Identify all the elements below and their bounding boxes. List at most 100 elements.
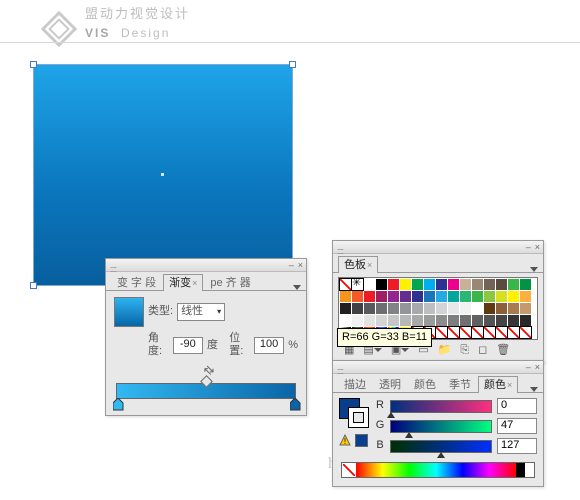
channel-slider[interactable] xyxy=(390,400,492,413)
in-gamut-swatch[interactable] xyxy=(355,434,368,447)
panel-menu-icon[interactable] xyxy=(530,387,538,392)
tab-season[interactable]: 季节 xyxy=(443,376,477,393)
swatch-cell[interactable] xyxy=(436,315,447,326)
panel-close-icon[interactable]: × xyxy=(298,260,303,271)
swatch-cell[interactable] xyxy=(496,315,507,326)
channel-slider[interactable] xyxy=(390,420,492,433)
swatch-cell[interactable] xyxy=(436,279,447,290)
panel-titlebar[interactable]: :::: – × xyxy=(333,361,543,374)
swatch-cell[interactable] xyxy=(376,279,387,290)
position-input[interactable]: 100 xyxy=(254,337,284,354)
swatch-cell[interactable] xyxy=(460,303,471,314)
swatch-cell[interactable] xyxy=(388,279,399,290)
gradient-preview-swatch[interactable] xyxy=(114,297,144,327)
swatch-cell[interactable] xyxy=(340,315,351,326)
swatch-cell[interactable] xyxy=(508,315,519,326)
swatch-cell[interactable] xyxy=(424,291,435,302)
swatch-cell[interactable] xyxy=(412,279,423,290)
swatch-cell[interactable] xyxy=(484,327,495,338)
swatch-cell[interactable] xyxy=(388,303,399,314)
swatch-cell[interactable] xyxy=(508,291,519,302)
swatch-cell[interactable] xyxy=(424,303,435,314)
angle-input[interactable]: -90 xyxy=(173,337,203,354)
swatch-cell[interactable] xyxy=(376,291,387,302)
swatch-cell[interactable] xyxy=(496,291,507,302)
swatch-cell[interactable] xyxy=(508,279,519,290)
panel-menu-icon[interactable] xyxy=(530,267,538,272)
swatch-cell[interactable] xyxy=(448,303,459,314)
tab-gradient[interactable]: 渐变× xyxy=(163,274,203,291)
tab-align[interactable]: pe 齐 器 xyxy=(204,274,256,291)
swatch-cell[interactable] xyxy=(364,291,375,302)
swatch-cell[interactable] xyxy=(352,279,363,290)
swatch-cell[interactable] xyxy=(388,315,399,326)
swatch-cell[interactable] xyxy=(460,279,471,290)
gradient-type-select[interactable]: 线性 ▾ xyxy=(177,303,225,321)
swatch-cell[interactable] xyxy=(364,303,375,314)
slider-thumb[interactable] xyxy=(405,432,413,438)
fill-stroke-proxy[interactable] xyxy=(339,398,369,428)
new-folder-icon[interactable]: 📁 xyxy=(438,344,452,357)
gradient-ramp[interactable] xyxy=(116,383,296,405)
panel-titlebar[interactable]: :::: – × xyxy=(106,259,306,272)
swatch-cell[interactable] xyxy=(436,327,447,338)
swatch-cell[interactable] xyxy=(484,303,495,314)
resize-handle[interactable] xyxy=(289,61,296,68)
swatch-cell[interactable] xyxy=(412,291,423,302)
channel-value-input[interactable]: 127 xyxy=(497,438,537,454)
swatch-cell[interactable] xyxy=(508,303,519,314)
tab-color-guide[interactable]: 颜色 xyxy=(408,376,442,393)
swatch-cell[interactable] xyxy=(448,279,459,290)
swatch-cell[interactable] xyxy=(496,303,507,314)
swatch-cell[interactable] xyxy=(436,291,447,302)
panel-minimize-icon[interactable]: – xyxy=(289,260,294,271)
swatch-cell[interactable] xyxy=(352,303,363,314)
swatch-cell[interactable] xyxy=(412,315,423,326)
black-white-ramp[interactable] xyxy=(516,463,534,477)
tab-close-icon[interactable]: × xyxy=(192,278,197,288)
swatch-cell[interactable] xyxy=(352,315,363,326)
swatch-cell[interactable] xyxy=(352,291,363,302)
channel-value-input[interactable]: 47 xyxy=(497,418,537,434)
resize-handle[interactable] xyxy=(30,61,37,68)
swatch-cell[interactable] xyxy=(340,291,351,302)
tab-character[interactable]: 变 字 段 xyxy=(111,274,162,291)
swatch-cell[interactable] xyxy=(424,315,435,326)
tab-close-icon[interactable]: × xyxy=(507,380,512,390)
tab-close-icon[interactable]: × xyxy=(367,260,372,270)
panel-minimize-icon[interactable]: – xyxy=(526,362,531,373)
swatch-cell[interactable] xyxy=(400,291,411,302)
channel-value-input[interactable]: 0 xyxy=(497,398,537,414)
hue-ramp[interactable] xyxy=(356,463,516,477)
swatch-cell[interactable] xyxy=(400,279,411,290)
swatch-cell[interactable] xyxy=(412,303,423,314)
swatch-cell[interactable] xyxy=(520,315,531,326)
swatch-cell[interactable] xyxy=(460,327,471,338)
panel-titlebar[interactable]: :::: – × xyxy=(333,241,543,254)
swatch-cell[interactable] xyxy=(376,303,387,314)
swatch-cell[interactable] xyxy=(472,279,483,290)
swatch-cell[interactable] xyxy=(472,327,483,338)
link-icon[interactable]: ⎘ xyxy=(460,344,469,357)
panel-close-icon[interactable]: × xyxy=(535,242,540,253)
swatch-cell[interactable] xyxy=(460,291,471,302)
panel-minimize-icon[interactable]: – xyxy=(526,242,531,253)
swatch-cell[interactable] xyxy=(520,279,531,290)
swatch-cell[interactable] xyxy=(340,279,351,290)
swatch-cell[interactable] xyxy=(448,291,459,302)
swatch-cell[interactable] xyxy=(520,327,531,338)
gradient-stop-start[interactable] xyxy=(113,398,122,409)
swatch-cell[interactable] xyxy=(472,291,483,302)
swatch-cell[interactable] xyxy=(484,315,495,326)
swatch-cell[interactable] xyxy=(484,279,495,290)
gradient-stop-end[interactable] xyxy=(290,398,299,409)
swatch-cell[interactable] xyxy=(448,315,459,326)
panel-close-icon[interactable]: × xyxy=(535,362,540,373)
swatch-cell[interactable] xyxy=(364,315,375,326)
swatch-cell[interactable] xyxy=(436,303,447,314)
color-spectrum[interactable] xyxy=(341,462,535,478)
canvas-selected-rect[interactable] xyxy=(33,64,293,286)
channel-slider[interactable] xyxy=(390,440,492,453)
swatch-cell[interactable] xyxy=(400,303,411,314)
swatch-cell[interactable] xyxy=(472,303,483,314)
